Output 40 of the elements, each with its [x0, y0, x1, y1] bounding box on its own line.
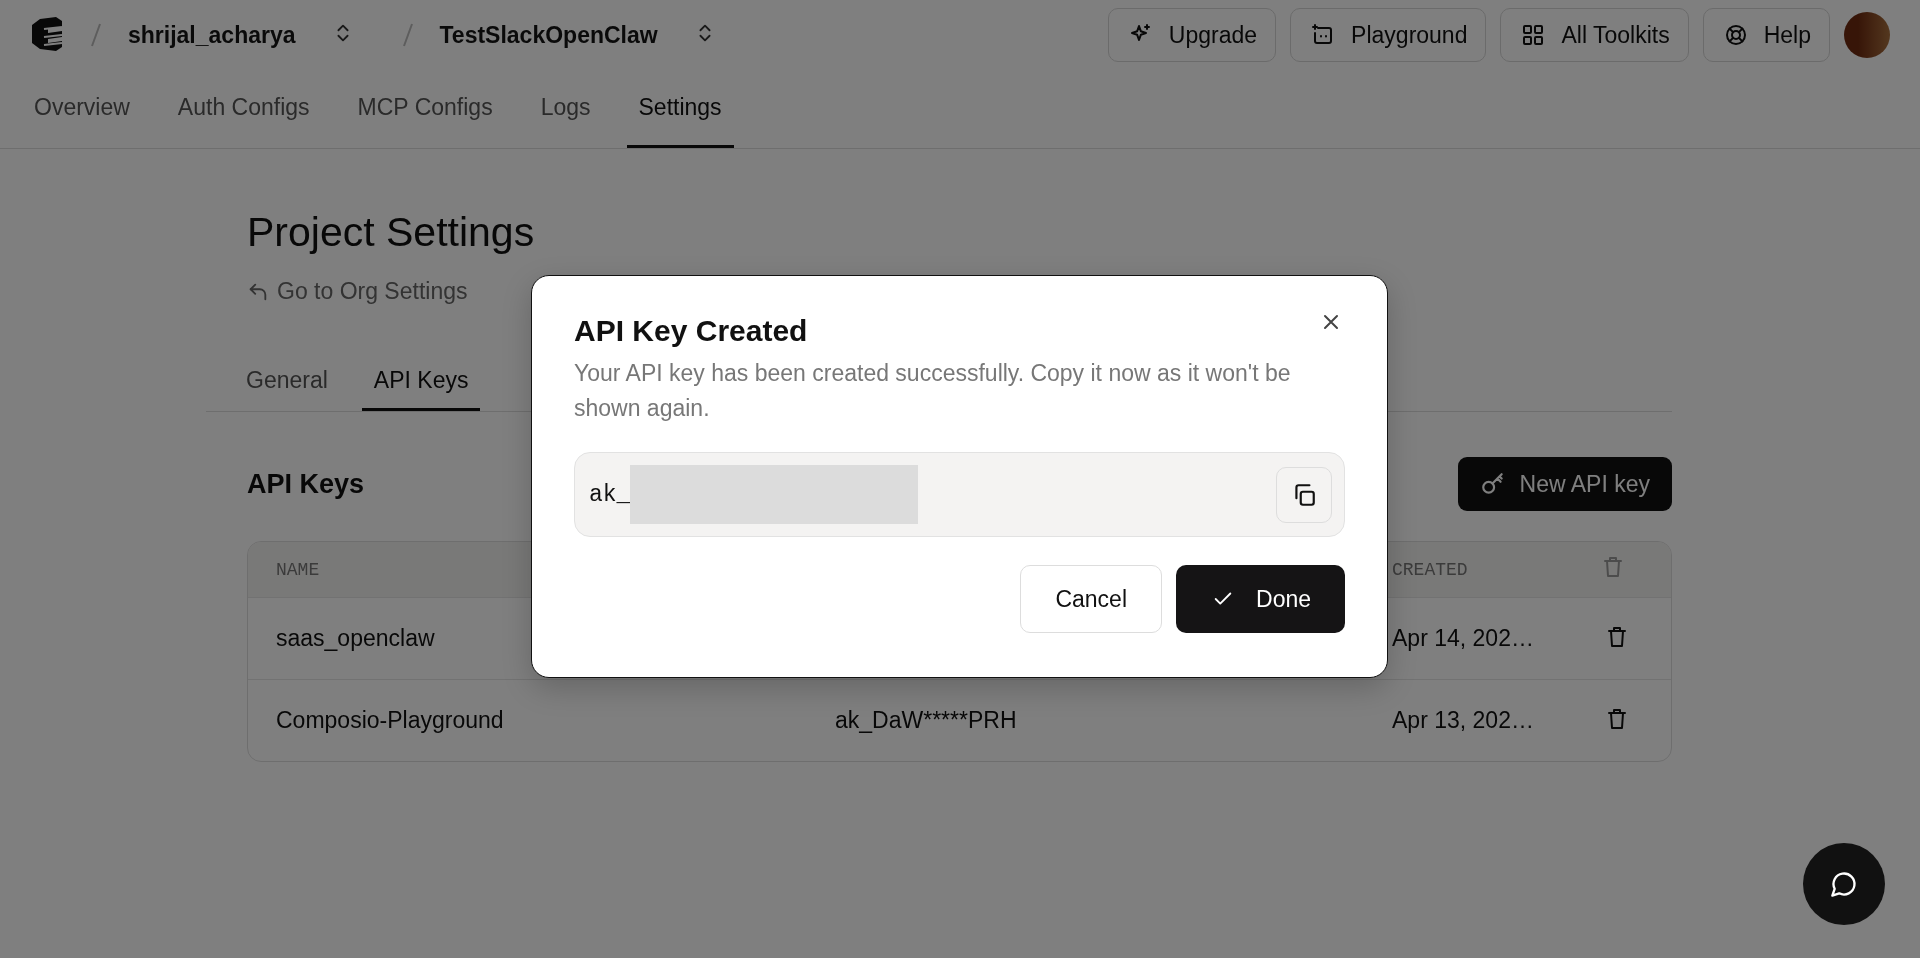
nav-tab[interactable]: MCP Configs [345, 70, 505, 148]
chat-bubble-icon [1830, 870, 1858, 898]
api-key-field[interactable]: ak_ [574, 452, 1345, 537]
dialog-title: API Key Created [574, 314, 808, 348]
lifebuoy-icon [1723, 23, 1748, 47]
header-button[interactable]: Upgrade [1107, 8, 1277, 62]
grid-icon [1521, 23, 1546, 47]
trash-icon [1601, 555, 1625, 579]
page-title: Project Settings [247, 209, 536, 256]
trash-icon [1605, 707, 1629, 731]
table-cell: Composio-Playground [276, 707, 504, 734]
table-cell: ak_DaW*****PRH [835, 707, 1017, 734]
slash-divider [401, 22, 414, 48]
avatar[interactable] [1844, 12, 1890, 58]
new-api-key-button[interactable]: New API key [1457, 457, 1672, 511]
nav-tab[interactable]: Settings [626, 70, 734, 148]
section-title: API Keys [247, 468, 365, 500]
key-icon [1479, 471, 1506, 497]
page-tab[interactable]: General [234, 353, 340, 411]
header-button[interactable]: All Toolkits [1500, 8, 1689, 62]
org-settings-link[interactable]: Go to Org Settings [277, 278, 468, 305]
table-cell: Apr 13, 202… [1392, 707, 1534, 734]
header-button[interactable]: Playground [1290, 8, 1487, 62]
slash-divider [90, 22, 102, 48]
cancel-button[interactable]: Cancel [1020, 565, 1162, 633]
breadcrumb-link[interactable]: shrijal_acharya [128, 21, 296, 49]
dialog-description: Your API key has been created successfully. Copy it now as it won't be shown again. [574, 359, 1292, 423]
page-tab[interactable]: API Keys [361, 353, 481, 411]
column-header: NAME [276, 559, 320, 580]
column-header: CREATED [1392, 559, 1468, 580]
nav-tab[interactable]: Logs [528, 70, 603, 148]
trash-icon [1605, 625, 1629, 649]
copy-button[interactable] [1276, 466, 1332, 523]
header-button[interactable]: Help [1702, 8, 1830, 62]
nav-tab[interactable]: Overview [22, 70, 142, 148]
breadcrumb-link[interactable]: TestSlackOpenClaw [439, 21, 658, 49]
table-cell: saas_openclaw [276, 625, 435, 652]
nav-tab[interactable]: Auth Configs [165, 70, 322, 148]
table-cell: Apr 14, 202… [1392, 625, 1534, 652]
done-button[interactable]: Done [1176, 565, 1345, 633]
